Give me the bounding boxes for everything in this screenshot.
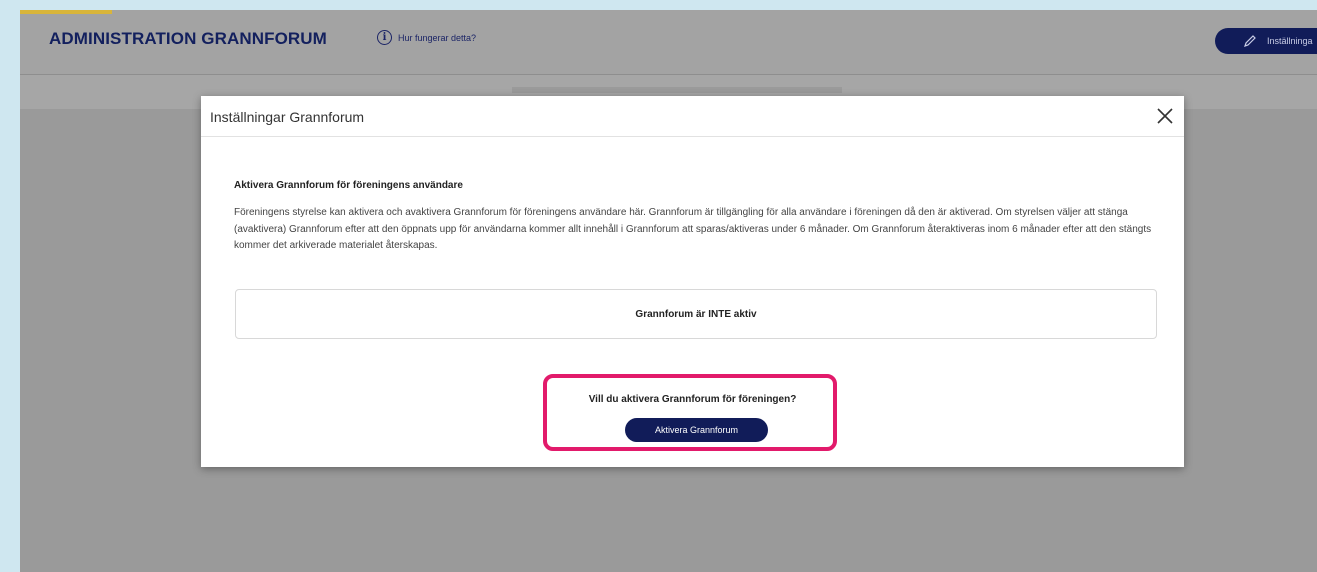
sub-navigation-placeholder: [512, 87, 842, 93]
section-description: Föreningens styrelse kan aktivera och av…: [234, 207, 1152, 251]
info-icon: i: [377, 30, 392, 45]
settings-button[interactable]: Inställninga: [1215, 28, 1317, 54]
page-title: ADMINISTRATION GRANNFORUM: [49, 29, 327, 48]
status-text: Grannforum är INTE aktiv: [635, 308, 757, 320]
modal-title: Inställningar Grannforum: [210, 109, 365, 125]
page-header: ADMINISTRATION GRANNFORUM i Hur fungerar…: [20, 10, 1317, 75]
pencil-icon: [1244, 35, 1256, 47]
header-accent-bar: [20, 10, 112, 14]
close-icon[interactable]: [1154, 105, 1176, 127]
section-title: Aktivera Grannforum för föreningens anvä…: [234, 180, 463, 191]
settings-button-label: Inställninga: [1267, 36, 1313, 46]
app-window: ADMINISTRATION GRANNFORUM i Hur fungerar…: [20, 10, 1317, 572]
help-link-label: Hur fungerar detta?: [398, 32, 477, 43]
highlight-frame: [543, 374, 837, 451]
modal-header: Inställningar Grannforum: [201, 96, 1184, 137]
help-link[interactable]: i Hur fungerar detta?: [377, 30, 476, 45]
status-box: Grannforum är INTE aktiv: [235, 289, 1157, 339]
